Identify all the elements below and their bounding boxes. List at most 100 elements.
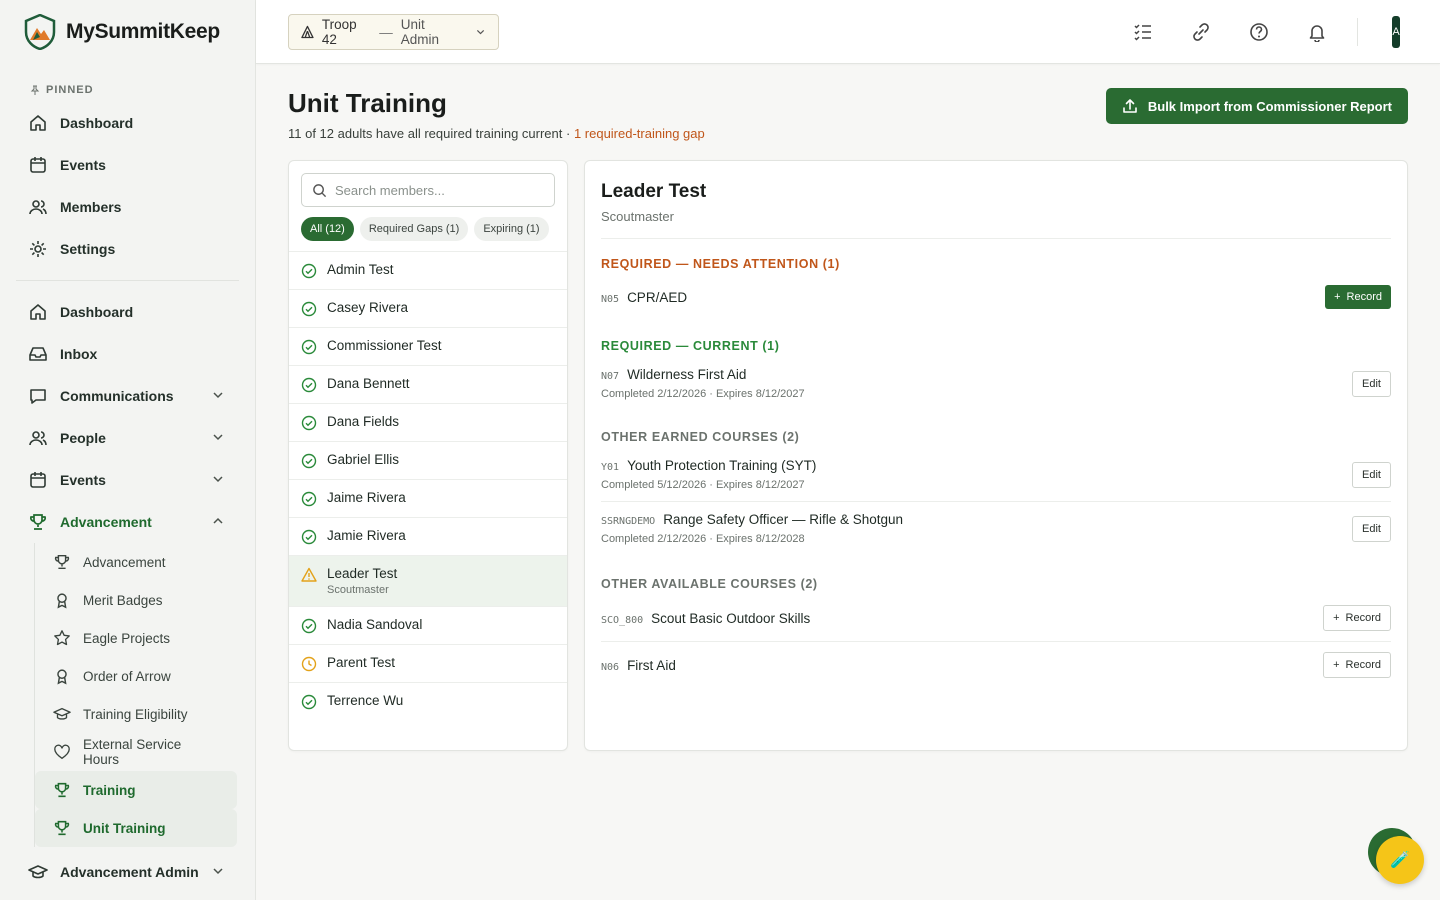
checklist-icon[interactable] — [1127, 16, 1159, 48]
section-heading-other-earned: OTHER EARNED COURSES (2) — [601, 430, 800, 444]
unit-selector[interactable]: Troop 42 — Unit Admin — [288, 14, 499, 50]
people-icon — [28, 428, 48, 448]
member-row[interactable]: Jaime Rivera — [289, 479, 567, 517]
pinned-item-dashboard[interactable]: Dashboard — [0, 102, 255, 144]
pinned-item-settings[interactable]: Settings — [0, 228, 255, 270]
filter-expiring-chip[interactable]: Expiring (1) — [474, 217, 549, 241]
home-icon — [28, 113, 48, 133]
clock-icon — [301, 656, 317, 672]
bell-icon[interactable] — [1301, 16, 1333, 48]
pinned-item-events[interactable]: Events — [0, 144, 255, 186]
search-input[interactable] — [335, 182, 535, 198]
sidebar-subitem-eagle-projects[interactable]: Eagle Projects — [35, 619, 237, 657]
sidebar-subitem-merit-badges[interactable]: Merit Badges — [35, 581, 237, 619]
member-row[interactable]: Admin Test — [289, 251, 567, 289]
sidebar-divider — [16, 280, 239, 281]
topbar-divider — [1357, 18, 1358, 46]
sidebar-item-dashboard[interactable]: Dashboard — [0, 291, 255, 333]
course-row: SCO_800 Scout Basic Outdoor Skills + Recor… — [601, 591, 1391, 641]
sidebar-item-communications[interactable]: Communications — [0, 375, 255, 417]
member-row[interactable]: Casey Rivera — [289, 289, 567, 327]
sidebar-item-events[interactable]: Events — [0, 459, 255, 501]
home-icon — [28, 302, 48, 322]
member-row[interactable]: Parent Test — [289, 644, 567, 682]
member-row[interactable]: Jamie Rivera — [289, 517, 567, 555]
bulk-import-label: Bulk Import from Commissioner Report — [1147, 98, 1392, 114]
member-row-selected[interactable]: Leader Test Scoutmaster — [289, 555, 567, 606]
sidebar-subitem-order-of-arrow[interactable]: Order of Arrow — [35, 657, 237, 695]
plus-icon: + — [1334, 291, 1341, 303]
member-row[interactable]: Commissioner Test — [289, 327, 567, 365]
chevron-down-icon — [213, 434, 223, 441]
member-row[interactable]: Dana Bennett — [289, 365, 567, 403]
brand[interactable]: MySummitKeep — [0, 0, 255, 64]
test-tube-button[interactable]: 🧪 — [1376, 836, 1424, 884]
people-icon — [28, 197, 48, 217]
training-gap-link[interactable]: 1 required-training gap — [574, 126, 705, 141]
member-name: Commissioner Test — [327, 338, 442, 353]
sidebar-item-advancement[interactable]: Advancement — [0, 501, 255, 543]
inbox-icon — [28, 344, 48, 364]
avatar[interactable]: A — [1392, 16, 1400, 48]
chevron-down-icon — [213, 476, 223, 483]
unit-name: Troop 42 — [321, 17, 357, 47]
member-row[interactable]: Nadia Sandoval — [289, 606, 567, 644]
chevron-up-icon — [213, 517, 223, 524]
search-icon — [313, 183, 327, 197]
sidebar-subitem-training[interactable]: Training — [35, 771, 237, 809]
bulk-import-button[interactable]: Bulk Import from Commissioner Report — [1105, 88, 1408, 124]
subnav-label: Advancement — [83, 554, 166, 570]
member-row[interactable]: Terrence Wu — [289, 682, 567, 720]
search-box[interactable] — [301, 173, 555, 207]
record-button[interactable]: + Record — [1325, 285, 1391, 309]
nav-label: Advancement Admin — [60, 864, 199, 880]
sidebar-subitem-advancement[interactable]: Advancement — [35, 543, 237, 581]
detail-member-role: Scoutmaster — [601, 209, 674, 224]
chevron-down-icon — [213, 868, 223, 875]
edit-button[interactable]: Edit — [1352, 515, 1391, 542]
section-heading-current: REQUIRED — CURRENT (1) — [601, 339, 780, 353]
sidebar-item-advancement-admin[interactable]: Advancement Admin — [0, 851, 255, 893]
calendar-icon — [28, 470, 48, 490]
course-code: SCO_800 — [601, 614, 644, 626]
member-name: Jamie Rivera — [327, 528, 406, 543]
nav-label: Dashboard — [60, 115, 134, 131]
nav-label: Members — [60, 199, 122, 215]
sidebar-subitem-external-service-hours[interactable]: External Service Hours — [35, 733, 237, 771]
nav-label: Events — [60, 472, 106, 488]
sidebar-item-inbox[interactable]: Inbox — [0, 333, 255, 375]
subnav-label: Merit Badges — [83, 592, 163, 608]
member-row[interactable]: Dana Fields — [289, 403, 567, 441]
member-name: Admin Test — [327, 262, 394, 277]
member-row[interactable]: Gabriel Ellis — [289, 441, 567, 479]
member-name: Gabriel Ellis — [327, 452, 400, 467]
course-code: SSRNGDEMO — [601, 516, 656, 527]
link-icon[interactable] — [1185, 16, 1217, 48]
record-button[interactable]: + Record — [1323, 605, 1391, 631]
edit-button[interactable]: Edit — [1352, 461, 1391, 488]
course-row: SSRNGDEMO Range Safety Officer — Rifle & … — [601, 501, 1391, 555]
member-name: Nadia Sandoval — [327, 617, 423, 632]
trophy-icon — [53, 553, 71, 571]
filter-required-gaps-chip[interactable]: Required Gaps (1) — [359, 217, 469, 241]
nav-label: Communications — [60, 388, 174, 404]
edit-button[interactable]: Edit — [1352, 370, 1391, 397]
course-row: Y01 Youth Protection Training (SYT) Compl… — [601, 444, 1391, 501]
course-title: CPR/AED — [627, 289, 688, 305]
member-name: Dana Fields — [327, 414, 400, 429]
plus-icon: + — [1333, 659, 1340, 671]
sidebar-item-people[interactable]: People — [0, 417, 255, 459]
help-icon[interactable] — [1243, 16, 1275, 48]
course-row: N05 CPR/AED + Record — [601, 271, 1391, 319]
course-code: N06 — [601, 661, 620, 673]
subnav-label: Eagle Projects — [83, 630, 171, 646]
pinned-item-members[interactable]: Members — [0, 186, 255, 228]
badge-icon — [53, 667, 71, 685]
sidebar-subitem-unit-training[interactable]: Unit Training — [35, 809, 237, 847]
nav-label: Events — [60, 157, 106, 173]
record-label: Record — [1345, 659, 1381, 671]
record-button[interactable]: + Record — [1323, 652, 1391, 678]
sidebar-subitem-training-eligibility[interactable]: Training Eligibility — [35, 695, 237, 733]
filter-all-chip[interactable]: All (12) — [301, 217, 354, 241]
member-role: Scoutmaster — [327, 584, 389, 596]
